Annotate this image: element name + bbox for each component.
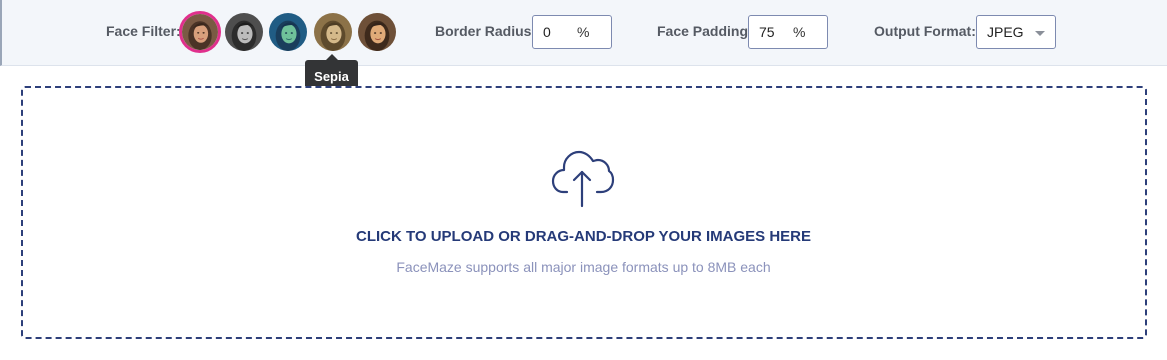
output-format-value: JPEG xyxy=(987,24,1024,40)
filter-grayscale-thumbnail[interactable] xyxy=(225,13,263,51)
chevron-down-icon xyxy=(1035,31,1045,36)
face-padding-value[interactable] xyxy=(749,24,793,40)
cloud-upload-icon xyxy=(551,150,615,208)
face-padding-input[interactable]: % xyxy=(748,15,828,49)
face-photo-icon xyxy=(269,13,307,51)
face-filter-label: Face Filter: xyxy=(106,23,181,39)
filter-original-thumbnail[interactable] xyxy=(179,11,221,53)
face-photo-icon xyxy=(225,13,263,51)
filter-warm-thumbnail[interactable] xyxy=(358,13,396,51)
face-photo-icon xyxy=(314,13,352,51)
filter-teal-thumbnail[interactable] xyxy=(269,13,307,51)
output-format-label: Output Format: xyxy=(874,23,976,39)
border-radius-input[interactable]: % xyxy=(532,15,612,49)
border-radius-label: Border Radius: xyxy=(435,23,537,39)
face-photo-icon xyxy=(358,13,396,51)
dropzone-subtitle: FaceMaze supports all major image format… xyxy=(396,259,771,275)
face-photo-icon xyxy=(182,14,218,50)
output-format-select[interactable]: JPEG xyxy=(976,15,1056,49)
border-radius-unit: % xyxy=(577,24,590,40)
face-padding-unit: % xyxy=(793,24,806,40)
border-radius-value[interactable] xyxy=(533,24,577,40)
filter-sepia-thumbnail[interactable] xyxy=(314,13,352,51)
dropzone-title: CLICK TO UPLOAD OR DRAG-AND-DROP YOUR IM… xyxy=(355,228,812,245)
upload-dropzone[interactable] xyxy=(21,86,1147,339)
face-padding-label: Face Padding: xyxy=(657,23,753,39)
